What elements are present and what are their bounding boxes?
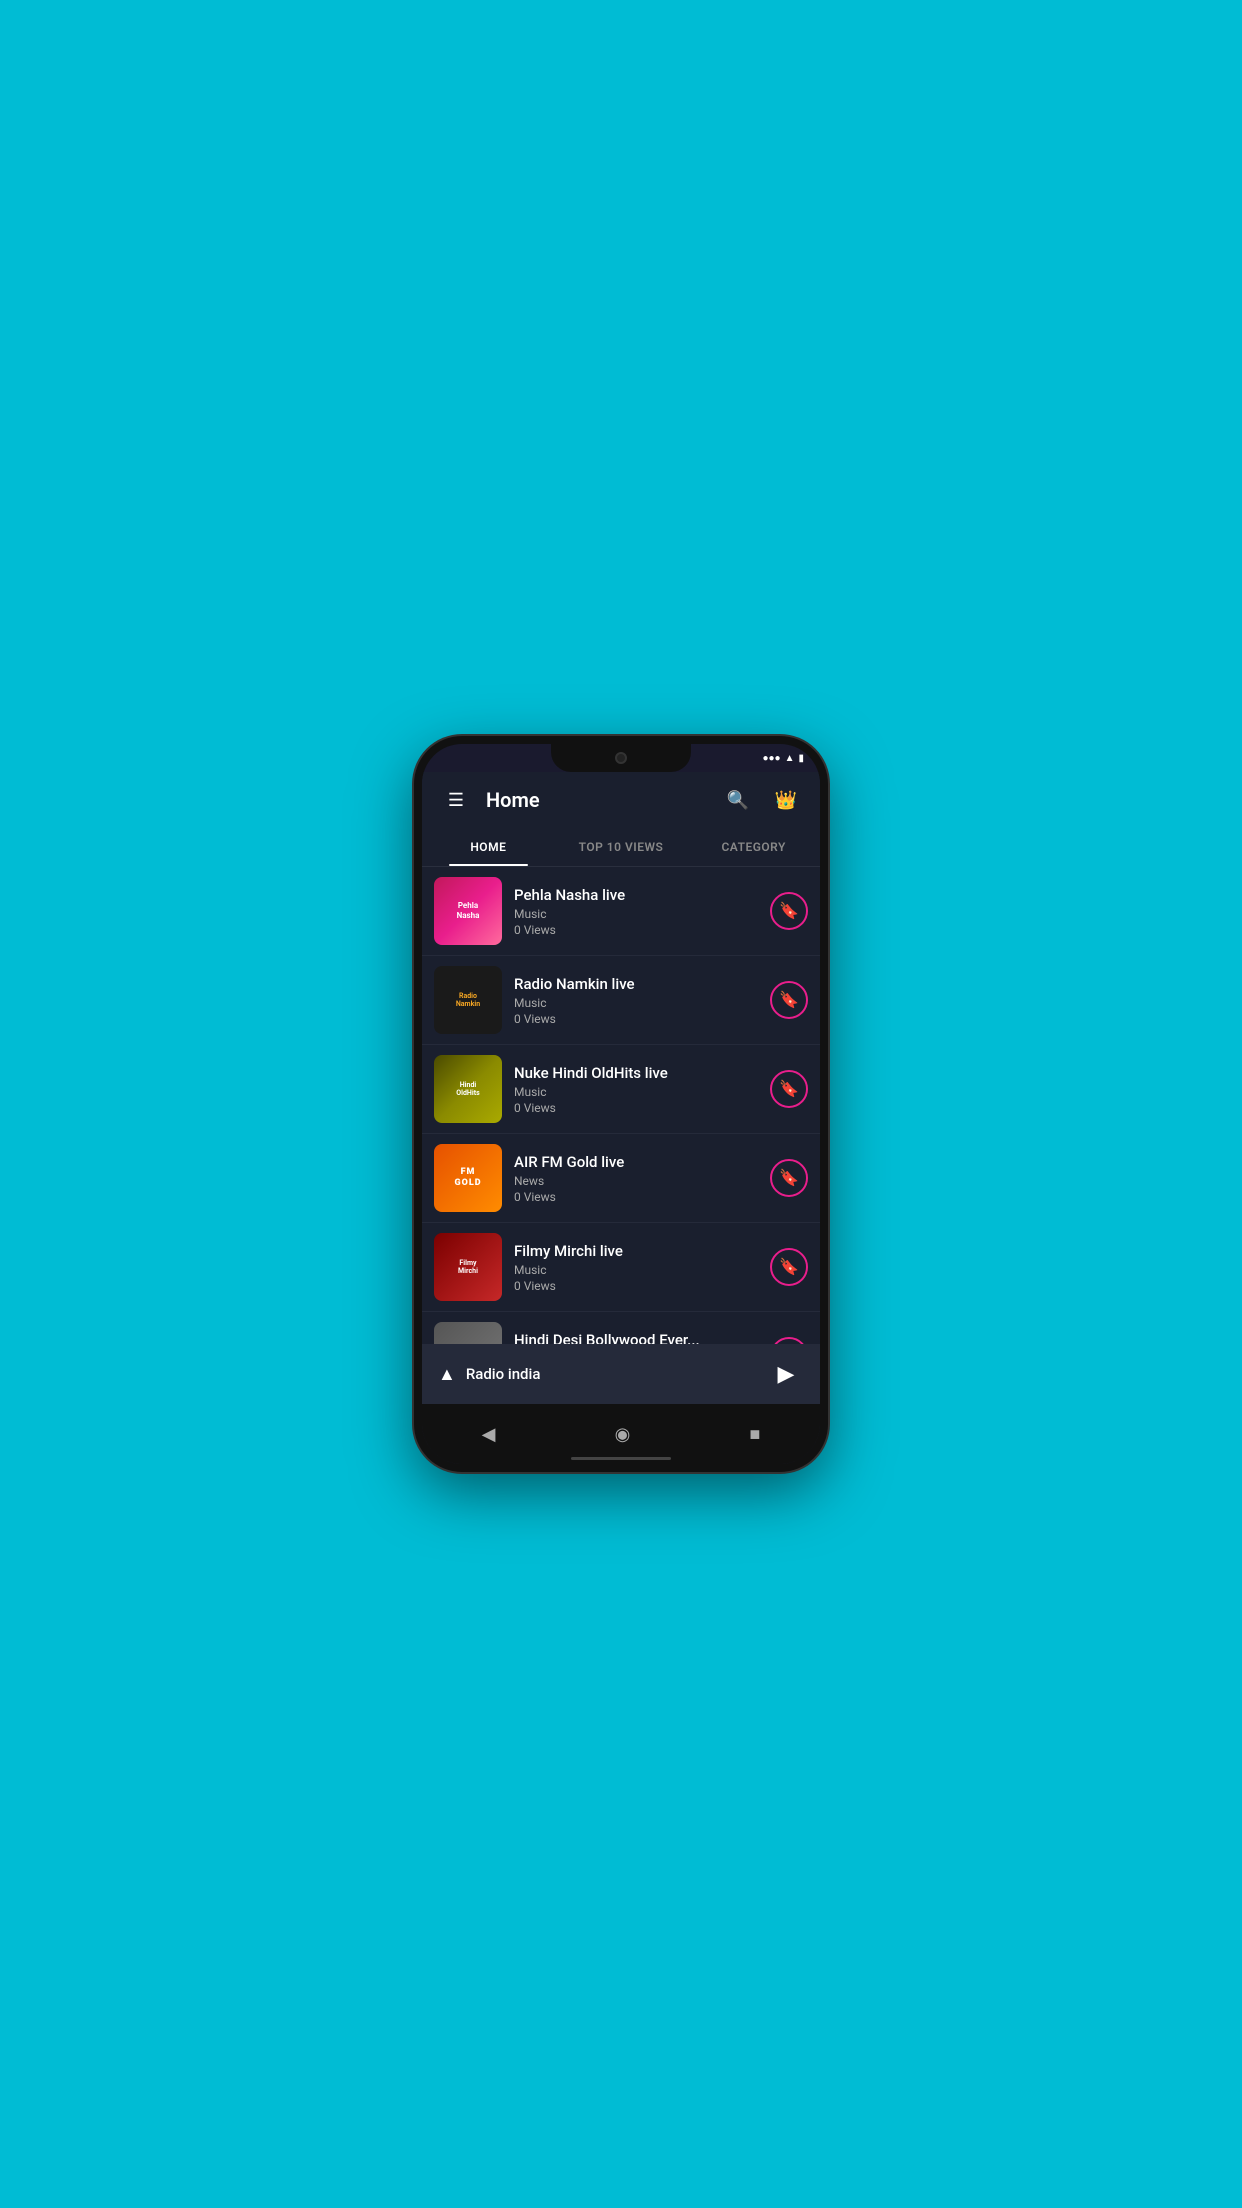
station-views: 0 Views [514,923,758,937]
menu-button[interactable]: ☰ [438,782,474,818]
bookmark-icon: 🔖 [779,901,799,921]
station-name: Pehla Nasha live [514,886,758,904]
page-title: Home [486,788,540,812]
station-info: Pehla Nasha live Music 0 Views [514,886,758,937]
station-info: Radio Namkin live Music 0 Views [514,975,758,1026]
station-category: Music [514,996,758,1010]
list-item[interactable]: HindiOldHits Nuke Hindi OldHits live Mus… [422,1045,820,1134]
list-item[interactable]: RadioNamkin Radio Namkin live Music 0 Vi… [422,956,820,1045]
station-views: 0 Views [514,1101,758,1115]
tab-top10[interactable]: TOP 10 VIEWS [555,828,688,866]
bookmark-button[interactable]: 🔖 [770,892,808,930]
signal-icon: ●●● [762,753,780,764]
station-info: Nuke Hindi OldHits live Music 0 Views [514,1064,758,1115]
tab-bar: HOME TOP 10 VIEWS CATEGORY [422,828,820,867]
station-thumbnail: PehlaNasha [434,877,502,945]
station-name: Filmy Mirchi live [514,1242,758,1260]
bookmark-icon: 🔖 [779,990,799,1010]
station-category: Music [514,1085,758,1099]
bookmark-button[interactable]: 🔖 [770,981,808,1019]
station-views: 0 Views [514,1012,758,1026]
tab-home[interactable]: HOME [422,828,555,866]
phone-shell: ●●● ▲ ▮ ☰ Home 🔍 👑 [414,736,828,1472]
search-icon: 🔍 [727,790,749,811]
station-thumbnail: HindiOldHits [434,1055,502,1123]
list-item[interactable]: PehlaNasha Pehla Nasha live Music 0 View… [422,867,820,956]
list-item[interactable]: FMGOLD AIR FM Gold live News 0 Views 🔖 [422,1134,820,1223]
station-info: Filmy Mirchi live Music 0 Views [514,1242,758,1293]
play-button[interactable]: ▶ [768,1356,804,1392]
play-icon: ▶ [778,1361,795,1387]
station-thumbnail: RadioNamkin [434,966,502,1034]
bookmark-button[interactable]: 🔖 [770,1159,808,1197]
recents-icon[interactable]: ■ [750,1424,761,1445]
search-button[interactable]: 🔍 [720,782,756,818]
home-icon[interactable]: ◉ [615,1424,631,1445]
station-name: Nuke Hindi OldHits live [514,1064,758,1082]
phone-notch [551,744,691,772]
station-name: Radio Namkin live [514,975,758,993]
header-left: ☰ Home [438,782,540,818]
hamburger-icon: ☰ [448,790,464,811]
list-item[interactable]: FilmyMirchi Filmy Mirchi live Music 0 Vi… [422,1223,820,1312]
back-icon[interactable]: ◀ [482,1424,496,1445]
bookmark-icon: 🔖 [779,1168,799,1188]
bookmark-icon: 🔖 [779,1257,799,1277]
station-views: 0 Views [514,1190,758,1204]
app-header: ☰ Home 🔍 👑 [422,772,820,828]
station-category: Music [514,907,758,921]
now-playing-bar[interactable]: ▲ Radio india ▶ [422,1344,820,1404]
header-right: 🔍 👑 [720,782,804,818]
wifi-icon: ▲ [785,753,795,764]
station-info: AIR FM Gold live News 0 Views [514,1153,758,1204]
tab-category[interactable]: CATEGORY [687,828,820,866]
bookmark-button[interactable]: 🔖 [770,1248,808,1286]
camera-dot [615,752,627,764]
battery-icon: ▮ [798,753,804,764]
bookmark-icon: 🔖 [779,1079,799,1099]
home-indicator [571,1457,671,1460]
station-category: Music [514,1263,758,1277]
station-list[interactable]: PehlaNasha Pehla Nasha live Music 0 View… [422,867,820,1404]
expand-icon[interactable]: ▲ [438,1364,456,1385]
bottom-nav: ◀ ◉ ■ [422,1404,820,1464]
now-playing-left: ▲ Radio india [438,1364,540,1385]
status-icons: ●●● ▲ ▮ [762,753,804,764]
premium-button[interactable]: 👑 [768,782,804,818]
station-name: AIR FM Gold live [514,1153,758,1171]
app-screen: ☰ Home 🔍 👑 HOME TOP 10 VIEWS [422,772,820,1404]
station-views: 0 Views [514,1279,758,1293]
station-thumbnail: FMGOLD [434,1144,502,1212]
now-playing-title: Radio india [466,1365,541,1383]
bookmark-button[interactable]: 🔖 [770,1070,808,1108]
crown-icon: 👑 [775,790,797,811]
station-category: News [514,1174,758,1188]
station-thumbnail: FilmyMirchi [434,1233,502,1301]
